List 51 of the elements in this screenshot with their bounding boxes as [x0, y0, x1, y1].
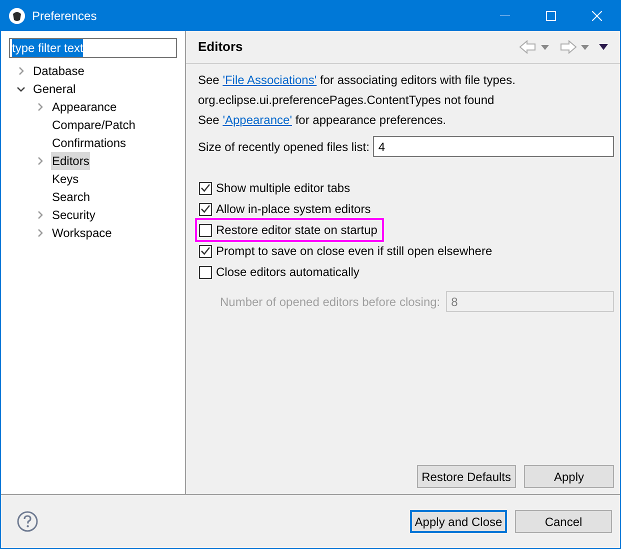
dropdown-icon[interactable] — [541, 44, 549, 50]
back-arrow-icon[interactable] — [519, 40, 537, 54]
tree-item[interactable]: Keys — [51, 170, 80, 188]
filter-field[interactable]: type filter text — [9, 38, 177, 58]
app-logo-icon — [8, 6, 26, 24]
expanded-chevron-icon[interactable] — [17, 85, 25, 93]
view-menu-icon[interactable] — [599, 44, 608, 50]
tree-item[interactable]: Appearance — [51, 98, 118, 116]
info-text: See 'File Associations' for associating editors with file types. — [198, 72, 516, 89]
collapsed-chevron-icon[interactable] — [36, 229, 44, 237]
checkbox-label: Close editors automatically — [216, 264, 360, 281]
minimize-icon — [500, 15, 510, 16]
checkbox-label: Allow in-place system editors — [216, 201, 371, 218]
window-title: Preferences — [32, 8, 97, 24]
tree-item[interactable]: Search — [51, 188, 92, 206]
tree-item[interactable]: Workspace — [51, 224, 113, 242]
close-icon — [592, 10, 602, 20]
tree-item[interactable]: General — [32, 80, 77, 98]
checkbox[interactable] — [199, 244, 212, 258]
maximize-icon — [546, 10, 556, 20]
checkbox[interactable] — [199, 266, 212, 278]
forward-arrow-icon[interactable] — [559, 40, 577, 54]
checkbox-label: Restore editor state on startup — [216, 222, 378, 239]
field-label: Size of recently opened files list: — [198, 138, 370, 156]
checkbox-label: Show multiple editor tabs — [216, 180, 350, 197]
apply-and-close-button[interactable]: Apply and Close — [410, 510, 507, 533]
collapsed-chevron-icon[interactable] — [36, 103, 44, 111]
page-title: Editors — [198, 38, 243, 56]
collapsed-chevron-icon[interactable] — [36, 211, 44, 219]
link[interactable]: 'Appearance' — [222, 113, 292, 127]
checkbox[interactable] — [199, 182, 212, 194]
help-icon[interactable] — [17, 511, 38, 532]
collapsed-chevron-icon[interactable] — [36, 157, 44, 165]
tree-item[interactable]: Security — [51, 206, 96, 224]
info-text: org.eclipse.ui.preferencePages.ContentTypes not found — [198, 92, 494, 109]
tree-item[interactable]: Compare/Patch — [51, 116, 136, 134]
checkbox[interactable] — [199, 202, 212, 216]
checkbox[interactable] — [199, 224, 212, 236]
restore-defaults-button[interactable]: Restore Defaults — [416, 465, 516, 488]
cancel-button[interactable]: Cancel — [515, 510, 612, 533]
collapsed-chevron-icon[interactable] — [17, 67, 25, 75]
link[interactable]: 'File Associations' — [222, 73, 317, 87]
recent-files-field[interactable]: 4 — [373, 136, 614, 157]
info-text: See 'Appearance' for appearance preferences. — [198, 112, 446, 129]
checkbox-label: Prompt to save on close even if still open elsewhere — [216, 243, 492, 260]
field-label: Number of opened editors before closing: — [220, 294, 440, 310]
tree-item[interactable]: Confirmations — [51, 134, 128, 152]
dropdown-icon[interactable] — [581, 44, 589, 50]
tree-item[interactable]: Database — [32, 62, 86, 80]
tree-item[interactable]: Editors — [51, 152, 90, 170]
apply-button[interactable]: Apply — [524, 465, 614, 488]
